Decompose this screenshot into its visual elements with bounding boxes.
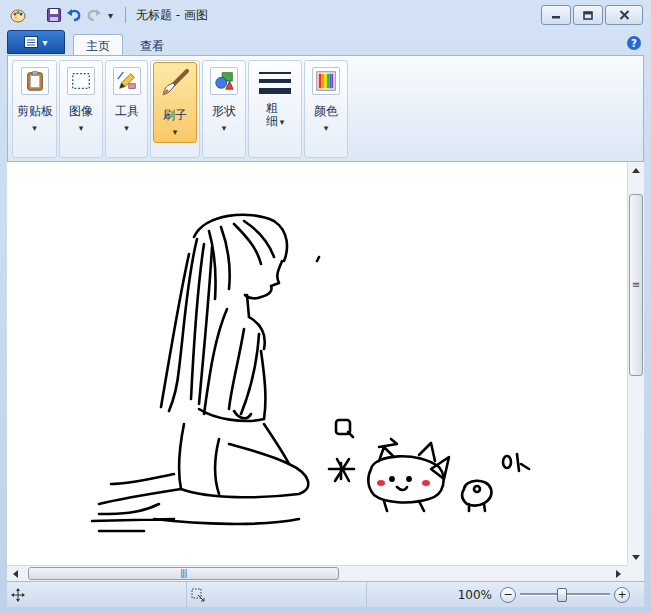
ribbon-group: 粗细▾ (248, 60, 302, 158)
vertical-scrollbar: ≡ (627, 162, 644, 565)
arrow-right-icon (616, 570, 621, 578)
ribbon-button-label: 粗细 (266, 102, 278, 128)
ribbon-button[interactable]: 工具 ▾ (109, 62, 145, 137)
paint-window: ▾无标题 - 画图▾主页查看?剪贴板▾图像▾工具▾刷子▾形状▾粗细▾颜色▾≡||… (0, 0, 651, 613)
scroll-down-button[interactable] (628, 549, 644, 565)
redo-icon (86, 7, 102, 23)
undo-icon[interactable] (66, 7, 82, 23)
dropdown-arrow: ▾ (32, 122, 37, 134)
clipboard-icon (24, 70, 46, 92)
dropdown-arrow: ▾ (324, 122, 329, 134)
ribbon-button-label: 形状 (212, 103, 236, 119)
colors-icon (315, 70, 337, 92)
window-title: 无标题 - 画图 (136, 7, 208, 24)
restore-icon (583, 11, 593, 20)
dropdown-arrow: ▾ (124, 122, 129, 134)
paint-app-icon[interactable] (10, 7, 26, 23)
menu-icon (24, 36, 38, 48)
save-icon[interactable] (46, 7, 62, 23)
dropdown-arrow: ▾ (79, 122, 84, 134)
scroll-left-button[interactable] (7, 566, 24, 582)
ribbon-button-label: 刷子 (163, 107, 187, 123)
dropdown-arrow: ▾ (222, 122, 227, 134)
customize-toolbar-button[interactable]: ▾ (106, 10, 115, 21)
app-menu-button[interactable]: ▾ (7, 30, 65, 54)
ribbon-group: 颜色 ▾ (304, 60, 348, 158)
minimize-button[interactable] (541, 5, 571, 25)
ribbon-button-label: 图像 (69, 103, 93, 119)
ribbon-group: 形状 ▾ (202, 60, 246, 158)
selection-size (187, 582, 367, 607)
ribbon-button-label: 剪贴板 (17, 103, 53, 119)
arrow-down-icon (632, 555, 640, 560)
brush-icon (161, 69, 189, 97)
dropdown-arrow: ▾ (173, 126, 178, 138)
ribbon-group: 剪贴板 ▾ (12, 60, 57, 158)
ribbon-group: 工具 ▾ (105, 60, 148, 158)
separator (125, 7, 126, 23)
zoom-in-button[interactable]: + (614, 587, 630, 603)
arrow-left-icon (13, 570, 18, 578)
dropdown-arrow: ▾ (280, 116, 285, 128)
selection-icon (191, 588, 205, 602)
ribbon: 剪贴板▾图像▾工具▾刷子▾形状▾粗细▾颜色▾ (7, 55, 644, 162)
maximize-button[interactable] (573, 5, 603, 25)
tools-icon (116, 70, 138, 92)
ribbon-button[interactable]: 图像 ▾ (63, 62, 99, 137)
ribbon-button[interactable]: 颜色 ▾ (308, 62, 344, 137)
zoom-out-button[interactable]: − (500, 587, 516, 603)
scroll-right-button[interactable] (610, 566, 627, 582)
zoom-slider-thumb[interactable] (557, 588, 567, 602)
scroll-thumb[interactable]: ||| (28, 567, 339, 580)
ribbon-button[interactable]: 刷子 ▾ (153, 62, 197, 143)
scroll-track: ≡ (628, 178, 644, 549)
horizontal-scrollbar: ||| (7, 565, 627, 581)
scroll-track: ||| (24, 566, 610, 581)
scroll-thumb[interactable]: ≡ (629, 194, 643, 376)
shapes-icon (213, 70, 235, 92)
ribbon-tab[interactable]: 主页 (73, 34, 123, 55)
ribbon-button[interactable]: 剪贴板 ▾ (14, 62, 56, 137)
line-size-icon (258, 69, 292, 97)
ribbon-button-label: 工具 (115, 103, 139, 119)
caption-buttons (541, 5, 643, 25)
cursor-position (7, 582, 187, 607)
move-cursor-icon (11, 588, 25, 602)
client-area: ▾主页查看?剪贴板▾图像▾工具▾刷子▾形状▾粗细▾颜色▾≡|||100%−+ (7, 30, 644, 607)
drawing-canvas[interactable] (7, 162, 627, 565)
title-bar: ▾ 无标题 - 画图 (0, 0, 651, 30)
scroll-up-button[interactable] (628, 162, 644, 178)
close-icon (619, 10, 630, 20)
minimize-icon (551, 11, 561, 19)
ribbon-tab[interactable]: 查看 (127, 34, 177, 55)
scroll-corner (627, 565, 644, 581)
status-bar: 100%− + (7, 581, 644, 607)
arrow-up-icon (632, 168, 640, 173)
ribbon-button[interactable]: 粗细▾ (253, 62, 297, 131)
close-button[interactable] (605, 5, 643, 25)
workspace: ≡ ||| (7, 162, 644, 581)
ribbon-button[interactable]: 形状 ▾ (206, 62, 242, 137)
ribbon-button-label: 颜色 (314, 103, 338, 119)
ribbon-tab-bar: ▾ 主页查看? (7, 30, 644, 55)
ribbon-group: 图像 ▾ (59, 60, 103, 158)
girl-sketch-drawing (7, 162, 625, 565)
zoom-slider[interactable] (520, 586, 610, 604)
select-image-icon (70, 70, 92, 92)
zoom-level: 100% (458, 588, 492, 602)
ribbon-group: 刷子 ▾ (150, 60, 200, 158)
help-button[interactable]: ? (627, 36, 641, 50)
